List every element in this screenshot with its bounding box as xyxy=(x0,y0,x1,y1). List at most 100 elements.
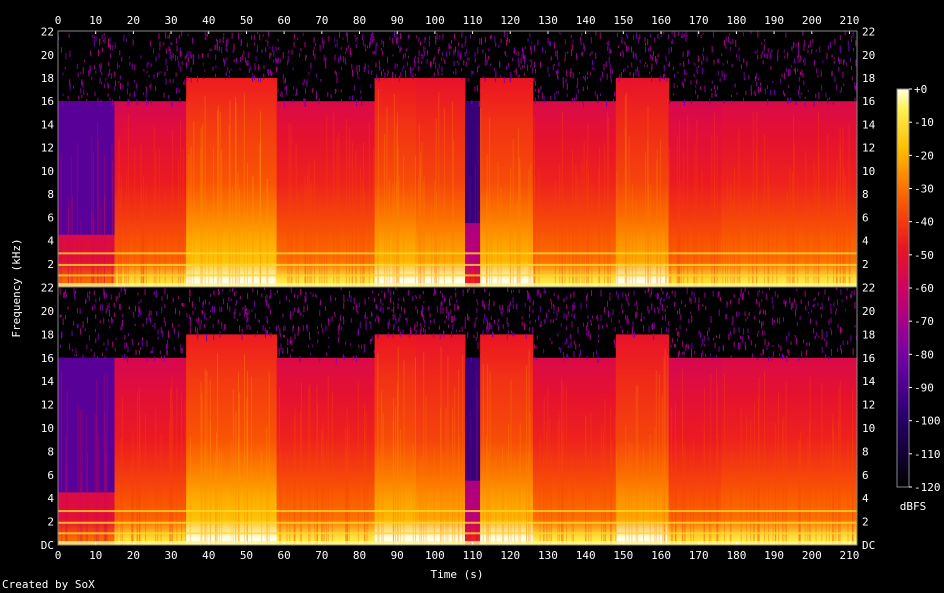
x-tick-label-top: 10 xyxy=(89,14,102,27)
y-tick-label-left: 18 xyxy=(41,328,54,341)
spectrogram-chart: 0 0 10 10 20 20 30 30 40 40 50 50 60 60 70 70 80 80 90 90 10… xyxy=(10,14,941,581)
y-tick-label-right: 14 xyxy=(862,118,876,131)
x-tick-label-bottom: 110 xyxy=(463,549,483,562)
y-tick-label-right: 6 xyxy=(862,469,869,482)
y-tick-label-left: 2 xyxy=(47,516,54,529)
x-tick-label-top: 60 xyxy=(278,14,291,27)
colorbar xyxy=(896,88,910,488)
y-tick-label-right: 14 xyxy=(862,375,876,388)
x-tick-label-top: 80 xyxy=(353,14,366,27)
y-tick-label-left: DC xyxy=(41,539,54,552)
x-tick-label-top: 40 xyxy=(202,14,215,27)
x-axis-label: Time (s) xyxy=(431,568,484,581)
x-tick-label-top: 180 xyxy=(726,14,746,27)
x-tick-label-bottom: 70 xyxy=(315,549,328,562)
x-tick-label-bottom: 60 xyxy=(278,549,291,562)
colorbar-tick-label: -120 xyxy=(914,481,941,494)
x-tick-label-bottom: 190 xyxy=(764,549,784,562)
x-tick-label-bottom: 30 xyxy=(164,549,177,562)
x-tick-label-bottom: 210 xyxy=(840,549,860,562)
x-tick-label-bottom: 80 xyxy=(353,549,366,562)
colorbar-tick-label: -110 xyxy=(914,448,941,461)
x-tick-label-bottom: 120 xyxy=(500,549,520,562)
x-tick-label-bottom: 150 xyxy=(613,549,633,562)
x-tick-label-bottom: 10 xyxy=(89,549,102,562)
y-tick-label-left: 4 xyxy=(47,235,54,248)
x-tick-label-top: 160 xyxy=(651,14,671,27)
y-tick-label-left: 6 xyxy=(47,211,54,224)
y-axis-label: Frequency (kHz) xyxy=(10,238,23,337)
y-tick-label-right: 8 xyxy=(862,445,869,458)
y-tick-label-left: 6 xyxy=(47,469,54,482)
x-tick-label-top: 210 xyxy=(840,14,860,27)
y-tick-label-right: 10 xyxy=(862,165,875,178)
y-tick-label-right: 16 xyxy=(862,352,875,365)
y-tick-label-right: 12 xyxy=(862,399,875,412)
y-tick-label-right: 22 xyxy=(862,26,875,39)
x-tick-label-top: 70 xyxy=(315,14,328,27)
y-tick-label-left: 4 xyxy=(47,492,54,505)
y-tick-label-left: 12 xyxy=(41,399,54,412)
colorbar-tick-label: +0 xyxy=(914,83,927,96)
credit-text: Created by SoX xyxy=(2,578,95,591)
x-tick-label-bottom: 180 xyxy=(726,549,746,562)
colorbar-label: dBFS xyxy=(900,500,927,513)
y-tick-label-left: 20 xyxy=(41,49,54,62)
x-tick-label-top: 190 xyxy=(764,14,784,27)
y-tick-label-left: 16 xyxy=(41,352,54,365)
x-tick-label-top: 140 xyxy=(576,14,596,27)
y-tick-label-right: 4 xyxy=(862,235,869,248)
x-tick-label-bottom: 130 xyxy=(538,549,558,562)
x-tick-label-bottom: 50 xyxy=(240,549,253,562)
x-tick-label-top: 20 xyxy=(127,14,140,27)
y-tick-label-right: 18 xyxy=(862,328,875,341)
y-tick-label-left: 16 xyxy=(41,95,54,108)
colorbar-tick-label: -10 xyxy=(914,116,934,129)
colorbar-tick-label: -80 xyxy=(914,348,934,361)
x-tick-label-top: 120 xyxy=(500,14,520,27)
x-tick-label-top: 50 xyxy=(240,14,253,27)
y-tick-label-left: 14 xyxy=(41,375,55,388)
x-tick-label-top: 150 xyxy=(613,14,633,27)
x-tick-label-bottom: 40 xyxy=(202,549,215,562)
y-tick-label-right: 20 xyxy=(862,305,875,318)
x-tick-label-bottom: 20 xyxy=(127,549,140,562)
y-tick-label-left: 2 xyxy=(47,258,54,271)
y-tick-label-left: 10 xyxy=(41,422,54,435)
y-tick-label-right: DC xyxy=(862,539,875,552)
y-tick-label-left: 8 xyxy=(47,188,54,201)
x-tick-label-top: 110 xyxy=(463,14,483,27)
x-tick-label-top: 200 xyxy=(802,14,822,27)
y-tick-label-right: 6 xyxy=(862,211,869,224)
y-tick-label-right: 12 xyxy=(862,142,875,155)
y-tick-label-left: 22 xyxy=(41,26,54,39)
colorbar-tick-label: -50 xyxy=(914,249,934,262)
channel-2-spectrogram xyxy=(58,287,857,545)
x-tick-label-top: 170 xyxy=(689,14,709,27)
x-tick-label-top: 130 xyxy=(538,14,558,27)
x-tick-label-bottom: 90 xyxy=(391,549,404,562)
x-tick-label-top: 30 xyxy=(164,14,177,27)
channel-1-spectrogram xyxy=(58,31,857,287)
y-tick-label-left: 8 xyxy=(47,445,54,458)
colorbar-tick-label: -70 xyxy=(914,315,934,328)
x-tick-label-bottom: 200 xyxy=(802,549,822,562)
colorbar-tick-label: -40 xyxy=(914,216,934,229)
x-tick-label-top: 0 xyxy=(55,14,62,27)
y-tick-label-right: 8 xyxy=(862,188,869,201)
colorbar-tick-label: -60 xyxy=(914,282,934,295)
y-tick-label-left: 12 xyxy=(41,142,54,155)
y-tick-label-right: 18 xyxy=(862,72,875,85)
y-tick-label-left: 18 xyxy=(41,72,54,85)
x-tick-label-bottom: 0 xyxy=(55,549,62,562)
x-tick-label-bottom: 160 xyxy=(651,549,671,562)
x-tick-label-bottom: 170 xyxy=(689,549,709,562)
y-tick-label-left: 20 xyxy=(41,305,54,318)
y-tick-label-right: 10 xyxy=(862,422,875,435)
y-tick-label-right: 4 xyxy=(862,492,869,505)
x-tick-label-top: 90 xyxy=(391,14,404,27)
colorbar-tick-label: -100 xyxy=(914,415,941,428)
x-tick-label-bottom: 140 xyxy=(576,549,596,562)
y-tick-label-right: 16 xyxy=(862,95,875,108)
y-tick-label-left: 14 xyxy=(41,118,55,131)
